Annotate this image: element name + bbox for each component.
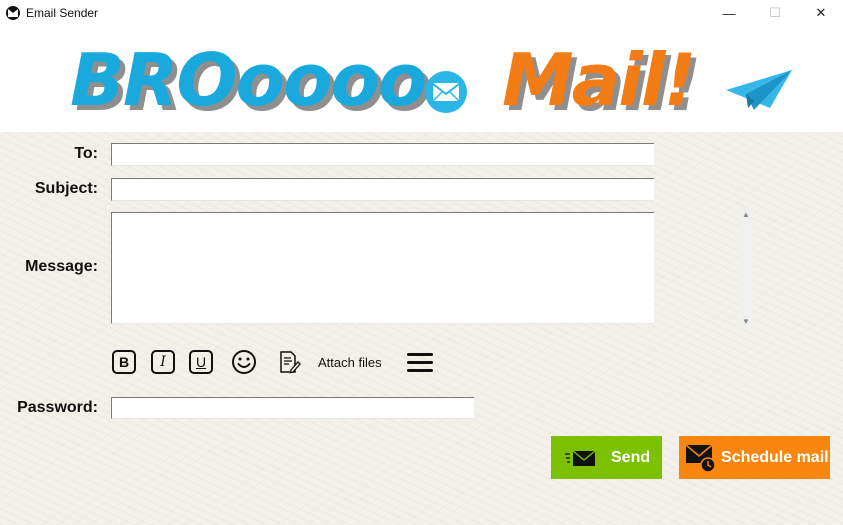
paper-plane-icon	[726, 70, 792, 110]
hamburger-menu-icon[interactable]	[407, 353, 433, 373]
to-label: To:	[74, 145, 98, 162]
subject-label: Subject:	[34, 180, 98, 197]
scroll-up-icon[interactable]: ▲	[742, 210, 750, 219]
minimize-icon: —	[722, 5, 736, 21]
minimize-button[interactable]: —	[706, 0, 752, 26]
maximize-icon: ☐	[769, 5, 781, 20]
window-titlebar: Email Sender — ☐ ✕	[0, 0, 843, 26]
send-mail-icon	[565, 449, 596, 466]
password-field[interactable]	[111, 397, 474, 419]
password-label: Password:	[17, 399, 98, 416]
smiley-icon[interactable]	[231, 349, 257, 375]
schedule-button-label: Schedule mail	[721, 448, 829, 466]
clock-mail-icon	[685, 443, 716, 473]
bold-icon: B	[118, 354, 130, 370]
send-button-label: Send	[611, 448, 651, 466]
schedule-mail-button[interactable]: Schedule mail	[679, 436, 830, 479]
to-field[interactable]	[111, 143, 654, 166]
envelope-app-icon	[6, 6, 20, 20]
maximize-button[interactable]: ☐	[752, 0, 798, 26]
document-pen-icon[interactable]	[279, 351, 301, 375]
scroll-down-icon[interactable]: ▼	[742, 317, 750, 326]
italic-icon: I	[160, 354, 166, 370]
attach-files-label[interactable]: Attach files	[318, 355, 382, 370]
window-title: Email Sender	[26, 6, 99, 20]
message-scrollbar[interactable]: ▲ ▼	[739, 208, 753, 328]
underline-button[interactable]: U	[189, 350, 213, 374]
send-button[interactable]: Send	[551, 436, 662, 479]
message-label: Message:	[25, 258, 98, 275]
close-icon: ✕	[815, 5, 827, 20]
envelope-icon	[425, 71, 467, 113]
italic-button[interactable]: I	[151, 350, 175, 374]
close-button[interactable]: ✕	[798, 0, 843, 26]
bold-button[interactable]: B	[112, 350, 136, 374]
message-textarea[interactable]	[111, 212, 654, 324]
logo-text-broooo: BROoooo	[70, 38, 427, 122]
logo-text-mail: Mail!	[502, 38, 696, 122]
subject-field[interactable]	[111, 178, 654, 201]
underline-icon: U	[195, 354, 207, 370]
